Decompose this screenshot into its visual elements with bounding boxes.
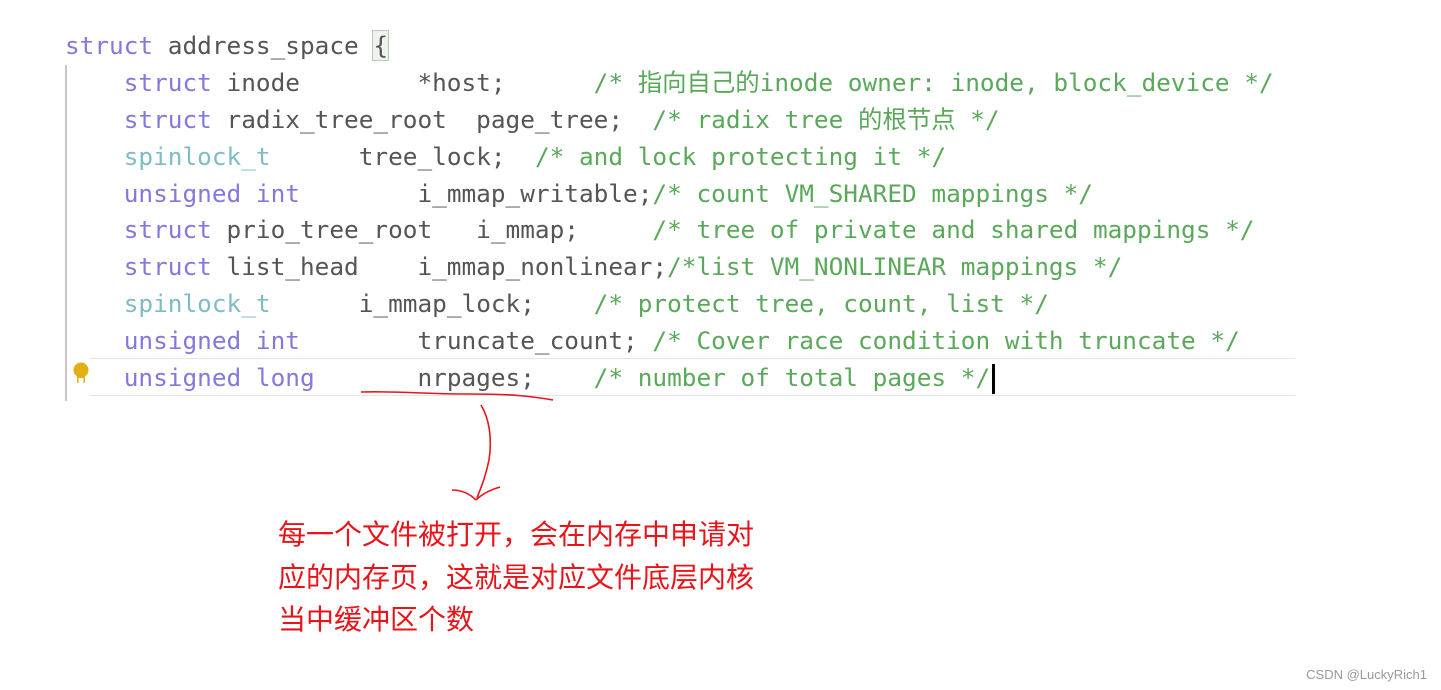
arrow-head <box>451 486 501 501</box>
underline-stroke <box>360 391 554 401</box>
annotation-line: 每一个文件被打开，会在内存中申请对 <box>278 518 755 551</box>
arrow-shaft <box>476 404 492 499</box>
annotation-text: 每一个文件被打开，会在内存中申请对 应的内存页，这就是对应文件底层内核 当中缓冲… <box>278 514 754 642</box>
annotation-line: 应的内存页，这就是对应文件底层内核 <box>278 560 755 594</box>
watermark: CSDN @LuckyRich1 <box>1306 667 1427 682</box>
annotation-line: 当中缓冲区个数 <box>278 603 475 636</box>
